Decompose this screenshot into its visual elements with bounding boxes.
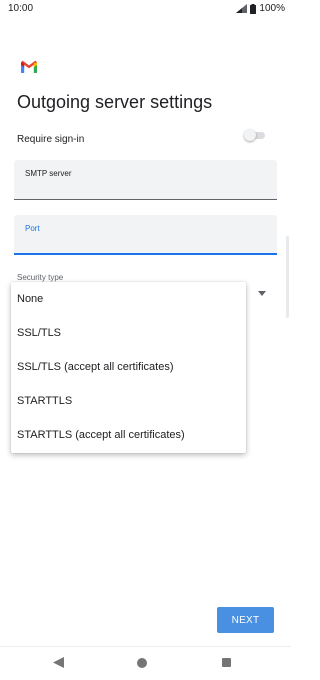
- require-signin-toggle[interactable]: [244, 129, 267, 141]
- port-label: Port: [25, 224, 40, 233]
- smtp-server-label: SMTP server: [25, 169, 72, 178]
- security-option-ssl-tls[interactable]: SSL/TLS: [11, 316, 246, 350]
- chevron-down-icon[interactable]: [258, 291, 266, 296]
- back-icon[interactable]: [53, 657, 64, 668]
- security-option-ssl-tls-accept-all[interactable]: SSL/TLS (accept all certificates): [11, 350, 246, 384]
- require-signin-label: Require sign-in: [17, 134, 85, 145]
- gmail-logo: [21, 60, 37, 73]
- security-type-menu: None SSL/TLS SSL/TLS (accept all certifi…: [11, 282, 246, 453]
- security-option-starttls[interactable]: STARTTLS: [11, 384, 246, 418]
- status-time: 10:00: [8, 3, 34, 14]
- port-input[interactable]: [25, 236, 265, 247]
- battery-icon: [250, 3, 257, 14]
- next-button[interactable]: NEXT: [217, 607, 274, 633]
- require-signin-row: Require sign-in: [17, 129, 273, 145]
- security-option-starttls-accept-all[interactable]: STARTTLS (accept all certificates): [11, 418, 246, 452]
- status-bar: 10:00 100%: [0, 0, 291, 20]
- port-field[interactable]: Port: [14, 215, 277, 255]
- navigation-bar: [0, 646, 291, 680]
- home-icon[interactable]: [137, 658, 147, 668]
- security-option-none[interactable]: None: [11, 282, 246, 316]
- toggle-thumb: [244, 129, 256, 141]
- signal-icon: [236, 4, 248, 13]
- security-type-label: Security type: [17, 273, 64, 282]
- scrollbar[interactable]: [286, 236, 289, 318]
- status-icons: 100%: [236, 3, 285, 14]
- smtp-server-field[interactable]: SMTP server: [14, 160, 277, 200]
- page-title: Outgoing server settings: [17, 92, 213, 112]
- recents-icon[interactable]: [222, 658, 231, 667]
- battery-percent: 100%: [259, 3, 285, 14]
- smtp-server-input[interactable]: [25, 181, 265, 192]
